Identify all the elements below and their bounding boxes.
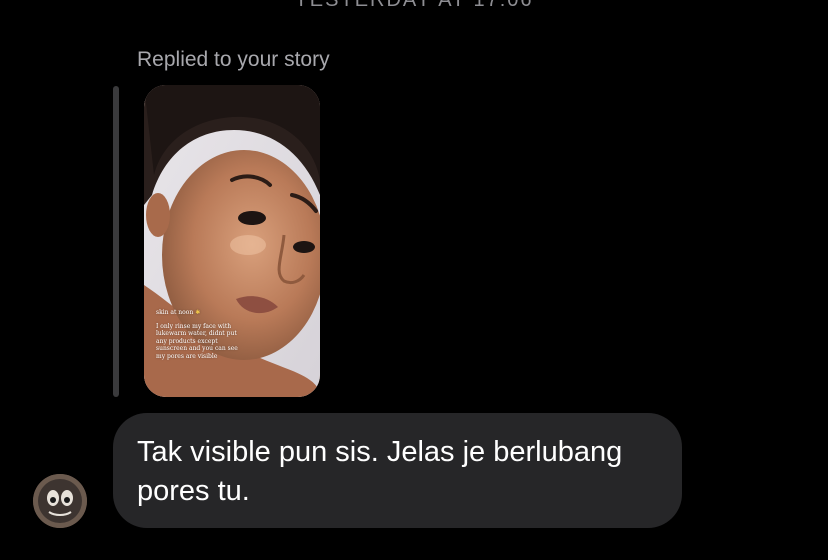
story-caption: skin at noon ✱ I only rinse my face with… [156,309,246,360]
reply-quote-bar [113,86,119,397]
story-thumbnail[interactable]: skin at noon ✱ I only rinse my face with… [144,85,320,397]
message-text: Tak visible pun sis. Jelas je berlubang … [137,436,623,507]
story-caption-title: skin at noon ✱ [156,309,246,317]
story-reply-label: Replied to your story [137,48,330,71]
message-bubble[interactable]: Tak visible pun sis. Jelas je berlubang … [113,413,682,528]
message-timestamp: YESTERDAY AT 17:06 [294,0,534,11]
story-caption-title-text: skin at noon [156,309,194,316]
avatar-image [33,474,87,528]
sparkle-icon: ✱ [195,309,201,316]
sender-avatar[interactable] [33,474,87,528]
story-caption-body: I only rinse my face with lukewarm water… [156,322,238,360]
